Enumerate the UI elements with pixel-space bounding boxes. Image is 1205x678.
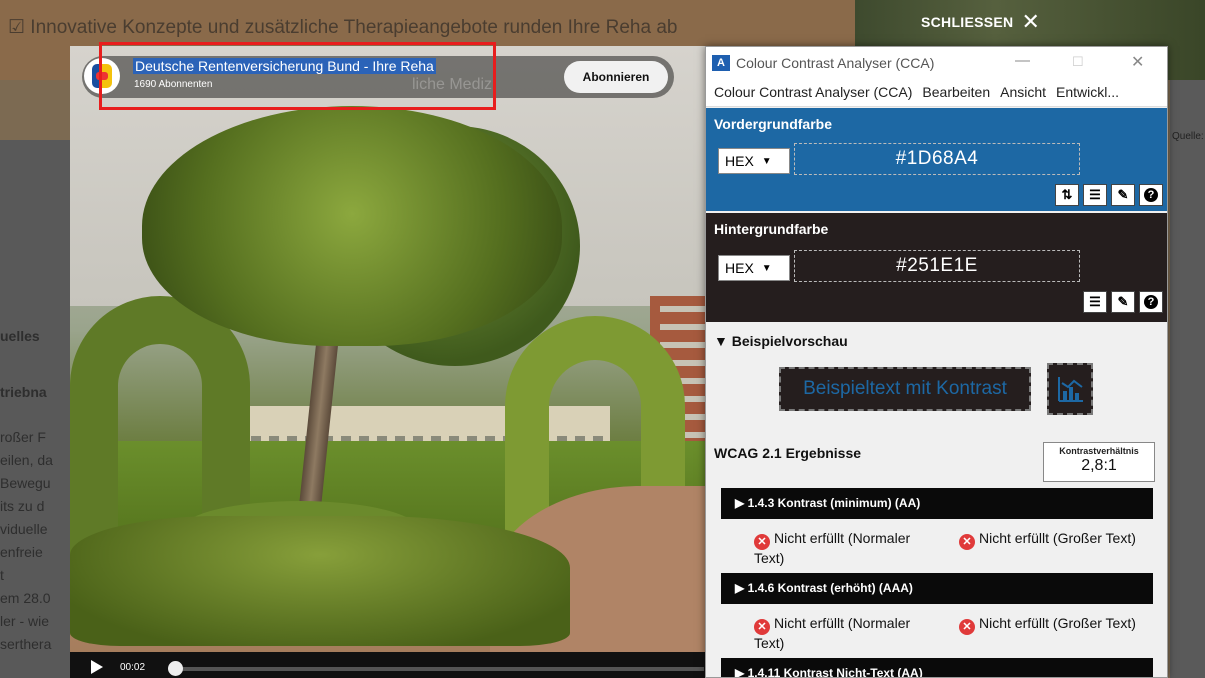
contrast-ratio-label: Kontrastverhältnis bbox=[1059, 446, 1139, 456]
seek-bar[interactable] bbox=[174, 667, 704, 671]
foreground-format-value: HEX bbox=[725, 153, 754, 169]
app-icon: A bbox=[712, 55, 730, 71]
fail-icon: ✕ bbox=[959, 619, 975, 635]
result-normal-text: ✕ Nicht erfüllt (Normaler Text) bbox=[754, 530, 944, 566]
help-icon[interactable]: ? bbox=[1139, 184, 1163, 206]
result-label: Nicht erfüllt (Normaler Text) bbox=[754, 530, 911, 566]
criterion-1-4-6-toggle[interactable]: ▶ 1.4.6 Kontrast (erhöht) (AAA) bbox=[721, 573, 1153, 604]
help-icon[interactable]: ? bbox=[1139, 291, 1163, 313]
menu-item-cca[interactable]: Colour Contrast Analyser (CCA) bbox=[714, 84, 912, 100]
result-large-text: ✕ Nicht erfüllt (Großer Text) bbox=[959, 615, 1164, 635]
window-title: Colour Contrast Analyser (CCA) bbox=[736, 55, 935, 71]
menu-bar: Colour Contrast Analyser (CCA) Bearbeite… bbox=[706, 77, 1167, 107]
result-label: Nicht erfüllt (Großer Text) bbox=[979, 615, 1136, 631]
help-icon-glyph: ? bbox=[1144, 295, 1158, 309]
background-text-line: ler - wie bbox=[0, 613, 50, 629]
video-frame-hedge bbox=[70, 516, 570, 646]
cca-titlebar: A Colour Contrast Analyser (CCA) — ☐ ✕ bbox=[706, 47, 1167, 77]
chart-icon bbox=[1047, 363, 1093, 415]
background-banner-text: ☑ Innovative Konzepte und zusätzliche Th… bbox=[8, 17, 678, 38]
chevron-down-icon: ▼ bbox=[761, 155, 772, 167]
foreground-hex-input[interactable]: #1D68A4 bbox=[794, 143, 1080, 175]
background-format-value: HEX bbox=[725, 260, 754, 276]
background-text-line: em 28.0 bbox=[0, 590, 51, 606]
background-text-line: uelles bbox=[0, 328, 40, 344]
background-hex-input[interactable]: #251E1E bbox=[794, 250, 1080, 282]
video-time: 00:02 bbox=[120, 662, 146, 673]
subscribe-button[interactable]: Abonnieren bbox=[564, 61, 668, 93]
video-player[interactable]: liche Mediz Deutsche Rentenversicherung … bbox=[70, 46, 705, 678]
background-text-line: viduelle bbox=[0, 521, 48, 537]
background-color-section: Hintergrundfarbe HEX ▼ #251E1E ☰ ✎ ? bbox=[706, 213, 1167, 322]
preview-sample-text: Beispieltext mit Kontrast bbox=[779, 367, 1031, 411]
foreground-format-select[interactable]: HEX ▼ bbox=[718, 148, 790, 174]
fail-icon: ✕ bbox=[959, 534, 975, 550]
result-normal-text: ✕ Nicht erfüllt (Normaler Text) bbox=[754, 615, 944, 651]
foreground-tools: ⇅ ☰ ✎ ? bbox=[1055, 184, 1163, 206]
preview-toggle[interactable]: ▼ Beispielvorschau bbox=[714, 333, 848, 349]
background-source-label: Quelle: bbox=[1172, 131, 1204, 142]
menu-item-bearbeiten[interactable]: Bearbeiten bbox=[922, 84, 990, 100]
fail-icon: ✕ bbox=[754, 619, 770, 635]
result-large-text: ✕ Nicht erfüllt (Großer Text) bbox=[959, 530, 1164, 550]
cca-window: A Colour Contrast Analyser (CCA) — ☐ ✕ C… bbox=[705, 46, 1168, 678]
background-left-text-column: uelles triebna roßer F eilen, da Bewegu … bbox=[0, 140, 72, 678]
eyedropper-icon[interactable]: ✎ bbox=[1111, 291, 1135, 313]
background-text-line: roßer F bbox=[0, 429, 46, 445]
close-icon: ✕ bbox=[1021, 9, 1041, 34]
background-right-strip bbox=[1170, 80, 1205, 678]
criterion-1-4-3-toggle[interactable]: ▶ 1.4.3 Kontrast (minimum) (AA) bbox=[721, 488, 1153, 519]
background-text-line: its zu d bbox=[0, 498, 45, 514]
background-text-line: triebna bbox=[0, 384, 47, 400]
background-tools: ☰ ✎ ? bbox=[1083, 291, 1163, 313]
play-icon[interactable] bbox=[91, 660, 103, 674]
background-title: Hintergrundfarbe bbox=[714, 221, 829, 237]
background-text-line: eilen, da bbox=[0, 452, 53, 468]
sliders-icon[interactable]: ☰ bbox=[1083, 184, 1107, 206]
video-controls: 00:02 bbox=[70, 652, 705, 678]
foreground-title: Vordergrundfarbe bbox=[714, 116, 832, 132]
contrast-ratio-value: 2,8:1 bbox=[1081, 457, 1117, 474]
result-label: Nicht erfüllt (Großer Text) bbox=[979, 530, 1136, 546]
eyedropper-icon[interactable]: ✎ bbox=[1111, 184, 1135, 206]
criterion-1-4-11-toggle[interactable]: ▶ 1.4.11 Kontrast Nicht-Text (AA) bbox=[721, 658, 1153, 677]
background-text-line: t bbox=[0, 567, 4, 583]
result-label: Nicht erfüllt (Normaler Text) bbox=[754, 615, 911, 651]
video-frame-tree-crown bbox=[142, 106, 562, 346]
foreground-color-section: Vordergrundfarbe HEX ▼ #1D68A4 ⇅ ☰ ✎ ? bbox=[706, 108, 1167, 211]
background-text-line: Bewegu bbox=[0, 475, 51, 491]
minimize-icon[interactable]: — bbox=[1015, 52, 1030, 69]
background-format-select[interactable]: HEX ▼ bbox=[718, 255, 790, 281]
background-text-line: enfreie bbox=[0, 544, 43, 560]
contrast-ratio-box: Kontrastverhältnis 2,8:1 bbox=[1043, 442, 1155, 482]
wcag-results-title: WCAG 2.1 Ergebnisse bbox=[714, 445, 862, 461]
sliders-icon[interactable]: ☰ bbox=[1083, 291, 1107, 313]
help-icon-glyph: ? bbox=[1144, 188, 1158, 202]
swap-colors-icon[interactable]: ⇅ bbox=[1055, 184, 1079, 206]
window-close-icon[interactable]: ✕ bbox=[1131, 52, 1144, 72]
chevron-down-icon: ▼ bbox=[761, 262, 772, 274]
seek-handle[interactable] bbox=[168, 661, 183, 676]
menu-item-ansicht[interactable]: Ansicht bbox=[1000, 84, 1046, 100]
maximize-icon[interactable]: ☐ bbox=[1072, 54, 1084, 70]
close-overlay-button[interactable]: SCHLIESSEN ✕ bbox=[921, 9, 1041, 34]
fail-icon: ✕ bbox=[754, 534, 770, 550]
annotation-highlight-box bbox=[99, 42, 496, 110]
menu-item-entwickler[interactable]: Entwickl... bbox=[1056, 84, 1119, 100]
background-text-line: serthera bbox=[0, 636, 52, 652]
close-overlay-label: SCHLIESSEN bbox=[921, 14, 1014, 30]
